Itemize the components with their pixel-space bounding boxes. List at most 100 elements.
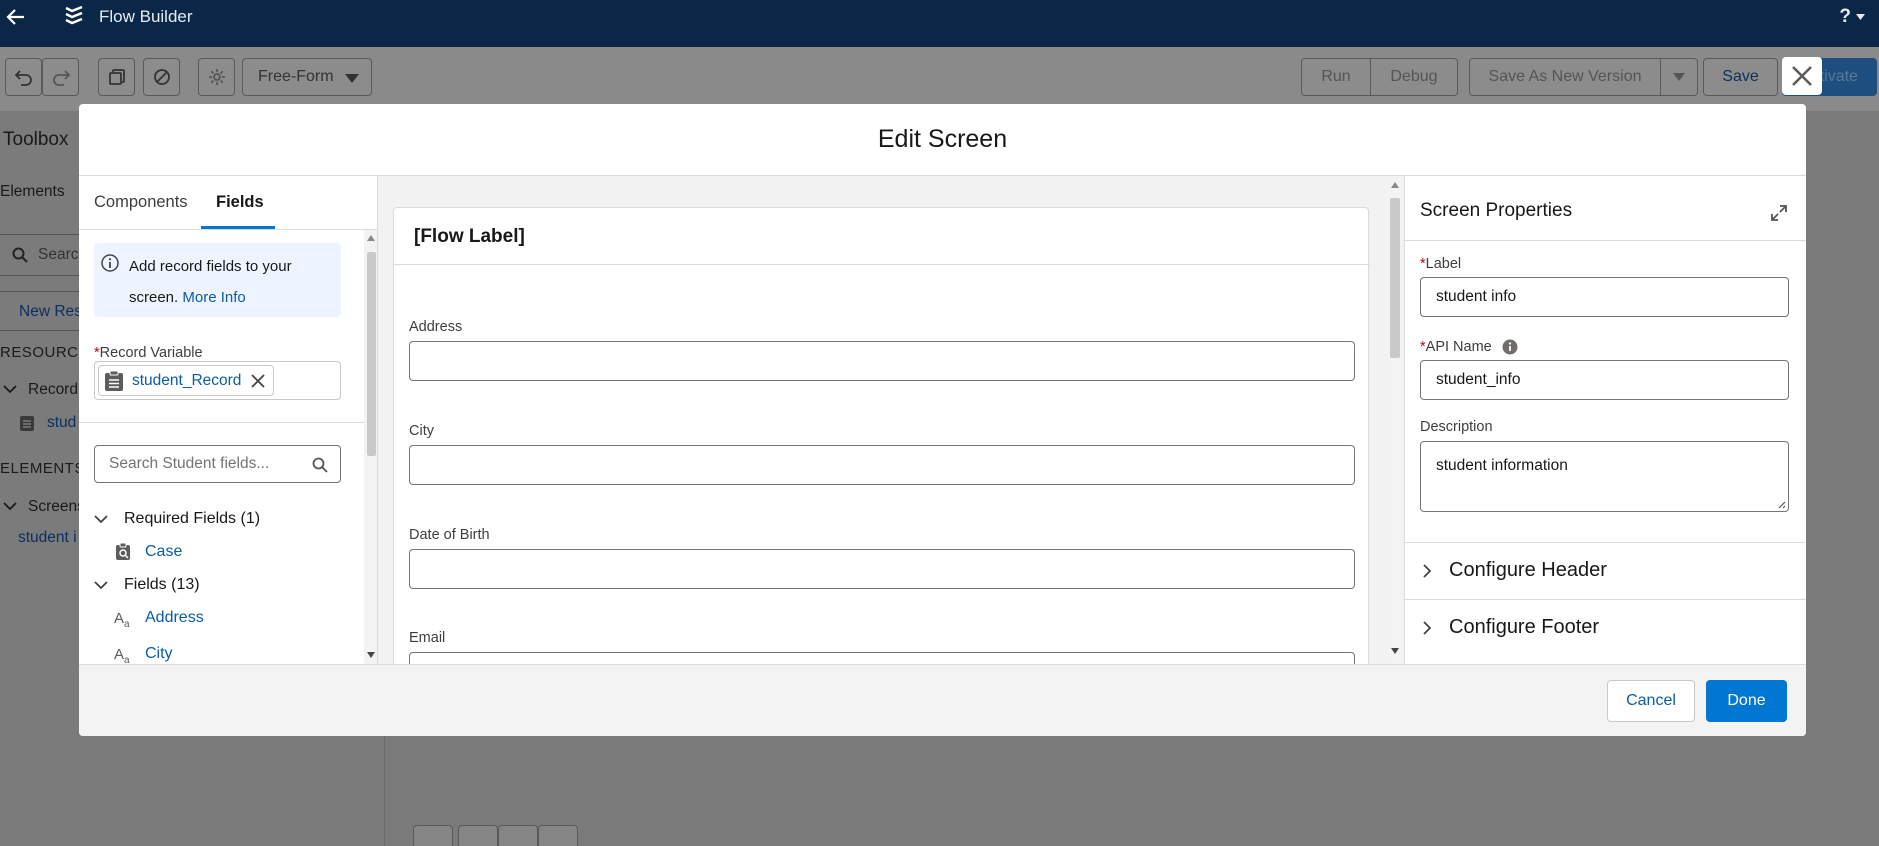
tab-components[interactable]: Components <box>94 193 188 212</box>
fields-group[interactable]: Fields (13) <box>94 576 200 594</box>
back-arrow-icon[interactable] <box>4 5 28 29</box>
new-resource-button[interactable]: New Res <box>0 291 90 331</box>
preview-field-label: Email <box>409 630 446 646</box>
info-icon[interactable] <box>1502 339 1518 355</box>
modal-body: Components Fields Add record fields to y… <box>79 176 1806 664</box>
modal-close-button[interactable] <box>1782 57 1822 95</box>
preview-field-date-of-birth[interactable]: Date of Birth <box>409 527 1355 589</box>
redo-button[interactable] <box>42 58 79 96</box>
done-button[interactable]: Done <box>1706 680 1787 722</box>
record-variable-pill[interactable]: student_Record <box>98 365 274 396</box>
description-textarea[interactable]: student information <box>1420 441 1789 512</box>
scroll-thumb[interactable] <box>1390 198 1400 358</box>
scroll-up-icon[interactable] <box>1391 182 1399 188</box>
preview-field-input[interactable] <box>409 341 1355 381</box>
field-item-case[interactable]: Case <box>114 542 182 562</box>
undo-button[interactable] <box>5 58 42 96</box>
elements-tab[interactable]: Elements <box>0 183 65 201</box>
run-button[interactable]: Run <box>1301 58 1371 96</box>
preview-field-label: City <box>409 423 434 439</box>
ban-icon <box>153 69 170 85</box>
required-fields-group[interactable]: Required Fields (1) <box>94 510 260 528</box>
screen-properties-panel: Screen Properties * Label student info * A… <box>1404 176 1806 664</box>
help-icon[interactable]: ? <box>1839 6 1851 28</box>
fields-panel: Components Fields Add record fields to y… <box>79 176 378 664</box>
settings-button[interactable] <box>198 58 235 96</box>
deactivate-button[interactable] <box>143 58 180 96</box>
screen-item[interactable]: student i <box>18 529 77 547</box>
record-variable-field[interactable]: student_Record <box>94 361 341 400</box>
screens-group[interactable]: Screens <box>28 498 85 516</box>
fit-button[interactable] <box>498 825 538 846</box>
text-field-icon: Aa <box>114 646 130 664</box>
record-group[interactable]: Record <box>28 381 78 399</box>
section-title: Configure Header <box>1449 559 1607 581</box>
field-item-city[interactable]: Aa City <box>114 644 173 664</box>
scroll-up-icon[interactable] <box>367 235 375 241</box>
label-input[interactable]: student info <box>1420 277 1789 317</box>
svg-text:A: A <box>114 646 124 663</box>
preview-field-input[interactable] <box>409 652 1355 664</box>
toolbar: Free-Form Run Debug Save As New Version … <box>0 47 1879 111</box>
info-text-block: Add record fields to your screen. More I… <box>129 251 334 313</box>
screen-preview-card[interactable]: [Flow Label] Address City Date of Birth … <box>393 207 1370 664</box>
configure-header-section[interactable]: Configure Header <box>1405 542 1806 598</box>
label-field-label: Label <box>1425 256 1462 272</box>
zoom-out-button[interactable] <box>458 825 498 846</box>
fields-panel-scrollbar[interactable] <box>364 230 377 664</box>
copy-button[interactable] <box>98 58 135 96</box>
field-item-address[interactable]: Aa Address <box>114 608 204 628</box>
flow-label-header[interactable]: [Flow Label] <box>394 208 1370 265</box>
new-resource-label: New Res <box>19 303 82 320</box>
scroll-down-icon[interactable] <box>1391 648 1399 654</box>
save-as-new-version-button[interactable]: Save As New Version <box>1469 58 1661 96</box>
student-fields-search[interactable] <box>94 445 341 483</box>
api-name-label-row: * API Name <box>1420 339 1518 355</box>
record-variable-label-row: *Record Variable <box>94 345 203 361</box>
record-icon <box>105 370 123 391</box>
remove-pill-icon[interactable] <box>251 373 266 388</box>
field-item-label: City <box>145 645 173 662</box>
preview-field-email[interactable]: Email <box>409 630 1355 664</box>
redo-icon <box>52 70 70 86</box>
preview-scrollbar[interactable] <box>1386 176 1404 664</box>
chevron-down-icon[interactable] <box>1856 14 1865 20</box>
debug-button[interactable]: Debug <box>1370 58 1458 96</box>
scroll-thumb[interactable] <box>367 252 376 456</box>
properties-title: Screen Properties <box>1420 200 1573 221</box>
layout-mode-select[interactable]: Free-Form <box>242 58 372 96</box>
lookup-icon <box>116 542 130 560</box>
description-value: student information <box>1436 457 1568 474</box>
expand-icon[interactable] <box>1770 204 1788 222</box>
preview-field-label: Address <box>409 319 463 335</box>
preview-field-address[interactable]: Address <box>409 319 1355 381</box>
save-button[interactable]: Save <box>1703 58 1778 96</box>
chevron-down-icon[interactable] <box>3 385 17 394</box>
configure-footer-section[interactable]: Configure Footer <box>1405 599 1806 655</box>
scroll-down-icon[interactable] <box>367 652 375 658</box>
undo-icon <box>14 70 32 86</box>
grid-button[interactable] <box>413 825 453 846</box>
api-name-label: API Name <box>1425 339 1492 355</box>
record-item[interactable]: stud <box>47 414 76 432</box>
tab-fields[interactable]: Fields <box>216 193 264 212</box>
more-info-link[interactable]: More Info <box>182 289 245 306</box>
search-icon <box>12 247 28 263</box>
student-fields-search-input[interactable] <box>109 455 309 473</box>
api-name-input[interactable]: student_info <box>1420 360 1789 400</box>
zoom-in-button[interactable] <box>538 825 578 846</box>
sidebar-search[interactable]: Search <box>0 234 90 276</box>
svg-text:a: a <box>124 619 130 628</box>
chevron-down-icon[interactable] <box>3 502 17 511</box>
panel-tabs: Components Fields <box>79 176 377 230</box>
save-options-button[interactable] <box>1660 58 1698 96</box>
chevron-down-icon <box>94 515 108 524</box>
preview-field-input[interactable] <box>409 549 1355 589</box>
fields-group-label: Fields (13) <box>124 576 200 593</box>
cancel-button[interactable]: Cancel <box>1607 680 1695 722</box>
resize-grip-icon[interactable] <box>1776 499 1786 509</box>
preview-field-input[interactable] <box>409 445 1355 485</box>
properties-divider <box>1405 240 1806 241</box>
preview-field-city[interactable]: City <box>409 423 1355 485</box>
field-item-label: Address <box>145 609 204 626</box>
